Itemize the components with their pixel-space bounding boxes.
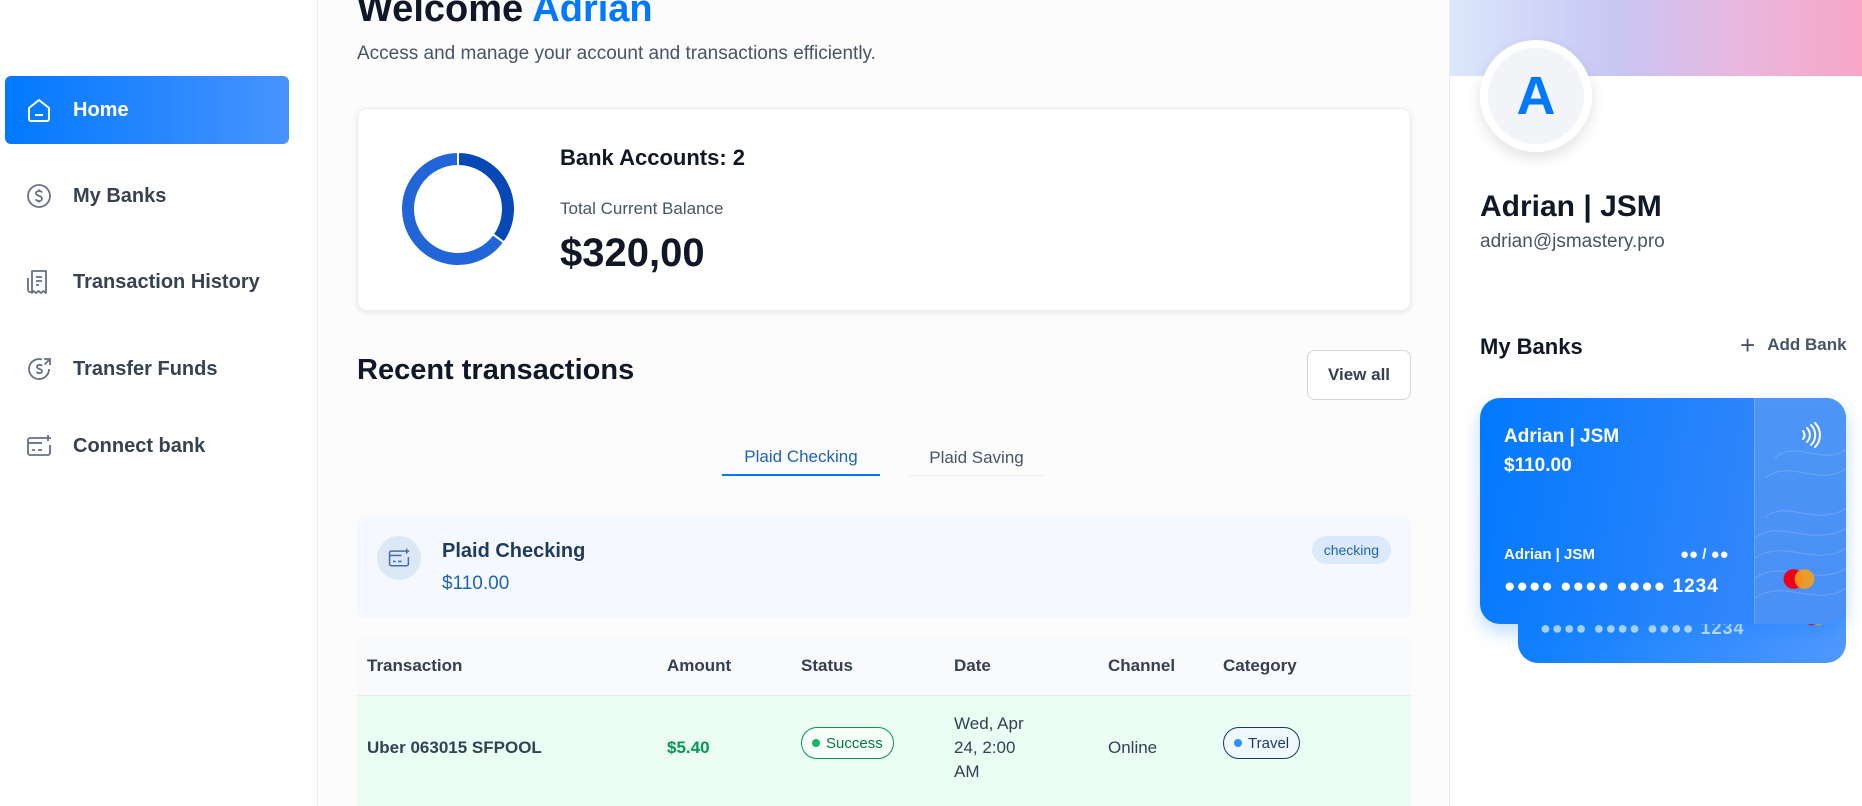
sidebar-item-label: My Banks	[73, 184, 167, 207]
page-title: Welcome Adrian	[357, 0, 653, 31]
account-type-badge: checking	[1311, 536, 1391, 564]
profile-name: Adrian | JSM	[1480, 190, 1662, 223]
category-badge: Travel	[1223, 727, 1301, 759]
column-header-date: Date	[954, 656, 991, 675]
bank-accounts-count: Bank Accounts: 2	[560, 145, 746, 170]
recent-transactions-title: Recent transactions	[357, 354, 635, 386]
sidebar-item-connect-bank[interactable]: Connect bank	[5, 412, 289, 480]
card-add-icon	[377, 536, 421, 580]
profile-email: adrian@jsmastery.pro	[1480, 231, 1665, 252]
category-label: Travel	[1248, 734, 1290, 752]
receipt-icon	[25, 268, 53, 296]
transaction-name: Uber 063015 SFPOOL	[367, 738, 542, 757]
card-holder-name: Adrian | JSM	[1504, 546, 1595, 563]
card-number: ●●●● ●●●● ●●●● 1234	[1504, 576, 1719, 597]
column-header-transaction: Transaction	[367, 656, 463, 675]
bank-info-name: Plaid Checking	[442, 540, 586, 562]
sidebar-item-my-banks[interactable]: My Banks	[5, 162, 289, 230]
category-dot	[1234, 739, 1242, 747]
my-banks-title: My Banks	[1480, 334, 1583, 359]
sidebar-item-home[interactable]: Home	[5, 76, 289, 144]
card-bank-name: Adrian | JSM	[1504, 426, 1620, 447]
welcome-prefix: Welcome	[357, 0, 524, 30]
view-all-button[interactable]: View all	[1307, 350, 1411, 400]
add-bank-button[interactable]: + Add Bank	[1740, 332, 1847, 358]
balance-donut-chart	[400, 150, 516, 267]
card-balance: $110.00	[1504, 455, 1572, 476]
sidebar-item-transfer-funds[interactable]: Transfer Funds	[5, 335, 289, 403]
bank-info-card[interactable]: Plaid Checking $110.00 checking	[357, 516, 1411, 618]
money-send-icon	[25, 355, 53, 383]
card-add-icon	[25, 432, 53, 460]
status-dot	[812, 739, 820, 747]
column-header-channel: Channel	[1108, 656, 1176, 675]
main-content: Welcome Adrian Access and manage your ac…	[319, 0, 1449, 806]
table-header: Transaction Amount Status Date Channel C…	[357, 638, 1411, 696]
column-header-status: Status	[801, 656, 853, 675]
tab-plaid-saving[interactable]: Plaid Saving	[909, 440, 1044, 476]
page-subtitle: Access and manage your account and trans…	[357, 43, 876, 64]
plus-icon: +	[1740, 330, 1756, 360]
transaction-date: Wed, Apr 24, 2:00 AM	[954, 714, 1024, 781]
status-badge: Success	[801, 727, 894, 759]
home-icon	[25, 96, 53, 124]
welcome-user-name: Adrian	[532, 0, 653, 30]
dollar-circle-icon	[25, 182, 53, 210]
sidebar: Home My Banks Transaction History Transf…	[0, 0, 318, 806]
sidebar-item-label: Transaction History	[73, 270, 260, 293]
status-label: Success	[826, 734, 883, 752]
contactless-icon	[1802, 422, 1821, 448]
right-sidebar: A Adrian | JSM adrian@jsmastery.pro My B…	[1449, 0, 1862, 806]
column-header-amount: Amount	[667, 656, 732, 675]
tab-plaid-checking[interactable]: Plaid Checking	[722, 440, 880, 476]
add-bank-label: Add Bank	[1767, 335, 1847, 354]
sidebar-item-label: Transfer Funds	[73, 357, 218, 380]
bank-card-primary[interactable]: Adrian | JSM $110.00 Adrian | JSM ●● / ●…	[1480, 398, 1846, 624]
transactions-table: Transaction Amount Status Date Channel C…	[357, 638, 1411, 806]
transaction-channel: Online	[1108, 738, 1158, 757]
card-expiry: ●● / ●●	[1680, 546, 1729, 563]
bank-info-amount: $110.00	[442, 573, 510, 594]
avatar: A	[1480, 40, 1592, 152]
total-balance-card: Bank Accounts: 2 Total Current Balance $…	[357, 108, 1411, 311]
transaction-amount: $5.40	[667, 738, 710, 757]
mastercard-icon	[1783, 569, 1815, 589]
sidebar-item-label: Connect bank	[73, 434, 206, 457]
total-balance-value: $320,00	[560, 231, 705, 275]
donut-segment-0	[457, 150, 516, 244]
sidebar-item-transaction-history[interactable]: Transaction History	[5, 248, 289, 316]
sidebar-item-label: Home	[73, 98, 129, 121]
column-header-category: Category	[1223, 656, 1297, 675]
table-row[interactable]: Uber 063015 SFPOOL $5.40 Success Wed, Ap…	[357, 696, 1411, 806]
total-balance-label: Total Current Balance	[560, 199, 724, 218]
